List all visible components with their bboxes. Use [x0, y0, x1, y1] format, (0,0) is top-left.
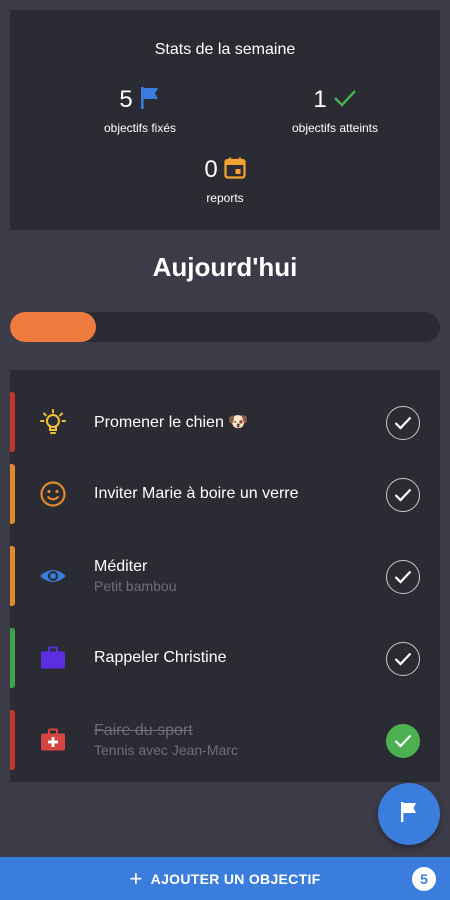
stat-goals-reached: 1 objectifs atteints — [245, 85, 425, 136]
goals-reached-count: 1 — [313, 86, 327, 113]
reports-count: 0 — [204, 156, 218, 183]
flag-icon — [399, 801, 419, 828]
weekly-stats-card: Stats de la semaine 5 objectifs fixés 1 … — [10, 10, 440, 230]
task-title: Promener le chien 🐶 — [94, 414, 249, 431]
goals-set-label: objectifs fixés — [103, 121, 177, 135]
reports-label: reports — [206, 191, 244, 205]
goal-flag-fab-button[interactable] — [378, 783, 440, 845]
priority-bar — [10, 628, 15, 688]
task-subtitle: Petit bambou — [94, 578, 177, 594]
priority-bar — [10, 464, 15, 524]
today-title: Aujourd'hui — [152, 252, 298, 282]
first-aid-kit-icon — [38, 725, 68, 755]
add-goal-button[interactable]: + AJOUTER UN OBJECTIF 5 — [0, 857, 450, 900]
daily-progress-fill — [10, 312, 96, 342]
briefcase-icon — [38, 643, 68, 673]
goals-reached-label: objectifs atteints — [291, 121, 379, 135]
plus-icon: + — [129, 865, 143, 891]
daily-progress-bar — [10, 312, 440, 342]
complete-task-button[interactable] — [386, 478, 420, 512]
task-title: Inviter Marie à boire un verre — [94, 485, 299, 502]
task-title: Rappeler Christine — [94, 649, 227, 666]
stat-goals-set: 5 objectifs fixés — [50, 85, 230, 135]
task-item-call-christine[interactable]: Rappeler Christine — [10, 628, 440, 690]
complete-task-button[interactable] — [386, 560, 420, 594]
task-item-sport[interactable]: Faire du sport Tennis avec Jean-Marc — [10, 710, 440, 772]
goals-set-count: 5 — [119, 86, 133, 113]
goal-count-badge: 5 — [412, 867, 436, 891]
priority-bar — [10, 392, 15, 452]
eye-icon — [38, 561, 68, 591]
add-goal-label: AJOUTER UN OBJECTIF — [150, 870, 321, 887]
smiley-icon — [38, 479, 68, 509]
complete-task-button[interactable] — [386, 406, 420, 440]
priority-bar — [10, 710, 15, 770]
complete-task-button[interactable] — [386, 642, 420, 676]
task-item-walk-dog[interactable]: Promener le chien 🐶 — [10, 392, 440, 454]
priority-bar — [10, 546, 15, 606]
stats-title: Stats de la semaine — [154, 41, 296, 58]
flag-icon — [139, 86, 161, 115]
check-icon — [333, 88, 357, 113]
task-title: Méditer — [94, 558, 148, 575]
task-item-invite-marie[interactable]: Inviter Marie à boire un verre — [10, 464, 440, 526]
task-list: Promener le chien 🐶 Inviter Marie à boir… — [10, 370, 440, 782]
lightbulb-icon — [38, 407, 68, 437]
task-item-meditate[interactable]: Méditer Petit bambou — [10, 546, 440, 608]
calendar-icon — [224, 157, 246, 184]
stat-reports: 0 reports — [135, 155, 315, 205]
task-subtitle: Tennis avec Jean-Marc — [94, 742, 238, 758]
task-completed-check[interactable] — [386, 724, 420, 758]
task-title: Faire du sport — [94, 722, 193, 739]
